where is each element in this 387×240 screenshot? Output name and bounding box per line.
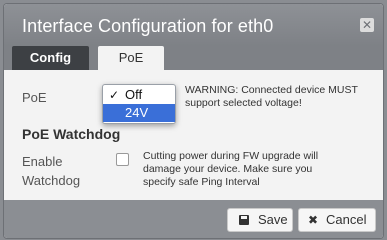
cancel-icon: ✖: [308, 213, 319, 227]
save-button-label: Save: [258, 212, 288, 227]
option-off[interactable]: ✓ Off: [103, 86, 175, 104]
cancel-button[interactable]: ✖ Cancel: [298, 208, 376, 232]
check-icon: ✓: [109, 88, 120, 102]
poe-select-dropdown[interactable]: ✓ Off 24V: [102, 84, 176, 124]
watchdog-note: Cutting power during FW upgrade will dam…: [143, 150, 319, 188]
poe-panel: PoE ✓ Off 24V WARNING: Connected device …: [4, 70, 383, 200]
enable-watchdog-label-line2: Watchdog: [22, 173, 81, 188]
cancel-button-label: Cancel: [326, 212, 367, 227]
enable-watchdog-label-line1: Enable: [22, 154, 63, 169]
poe-label: PoE: [22, 90, 47, 105]
save-button[interactable]: Save: [227, 208, 293, 232]
close-icon[interactable]: ✕: [360, 18, 374, 32]
interface-config-dialog: Interface Configuration for eth0 ✕ Confi…: [4, 4, 383, 238]
poe-watchdog-heading: PoE Watchdog: [22, 126, 121, 142]
enable-watchdog-checkbox[interactable]: [116, 153, 129, 166]
dialog-title: Interface Configuration for eth0: [22, 16, 274, 36]
tab-strip: Config PoE: [4, 46, 383, 70]
dialog-titlebar[interactable]: Interface Configuration for eth0 ✕: [4, 4, 383, 46]
option-24v-label: 24V: [125, 105, 149, 120]
dialog-footer: Save ✖ Cancel: [4, 200, 383, 238]
option-off-label: Off: [125, 87, 143, 102]
tab-poe[interactable]: PoE: [98, 46, 164, 70]
save-icon: [239, 215, 249, 225]
option-24v[interactable]: 24V: [103, 104, 175, 122]
tab-config[interactable]: Config: [12, 46, 89, 70]
voltage-warning: WARNING: Connected device MUST support s…: [185, 84, 358, 109]
